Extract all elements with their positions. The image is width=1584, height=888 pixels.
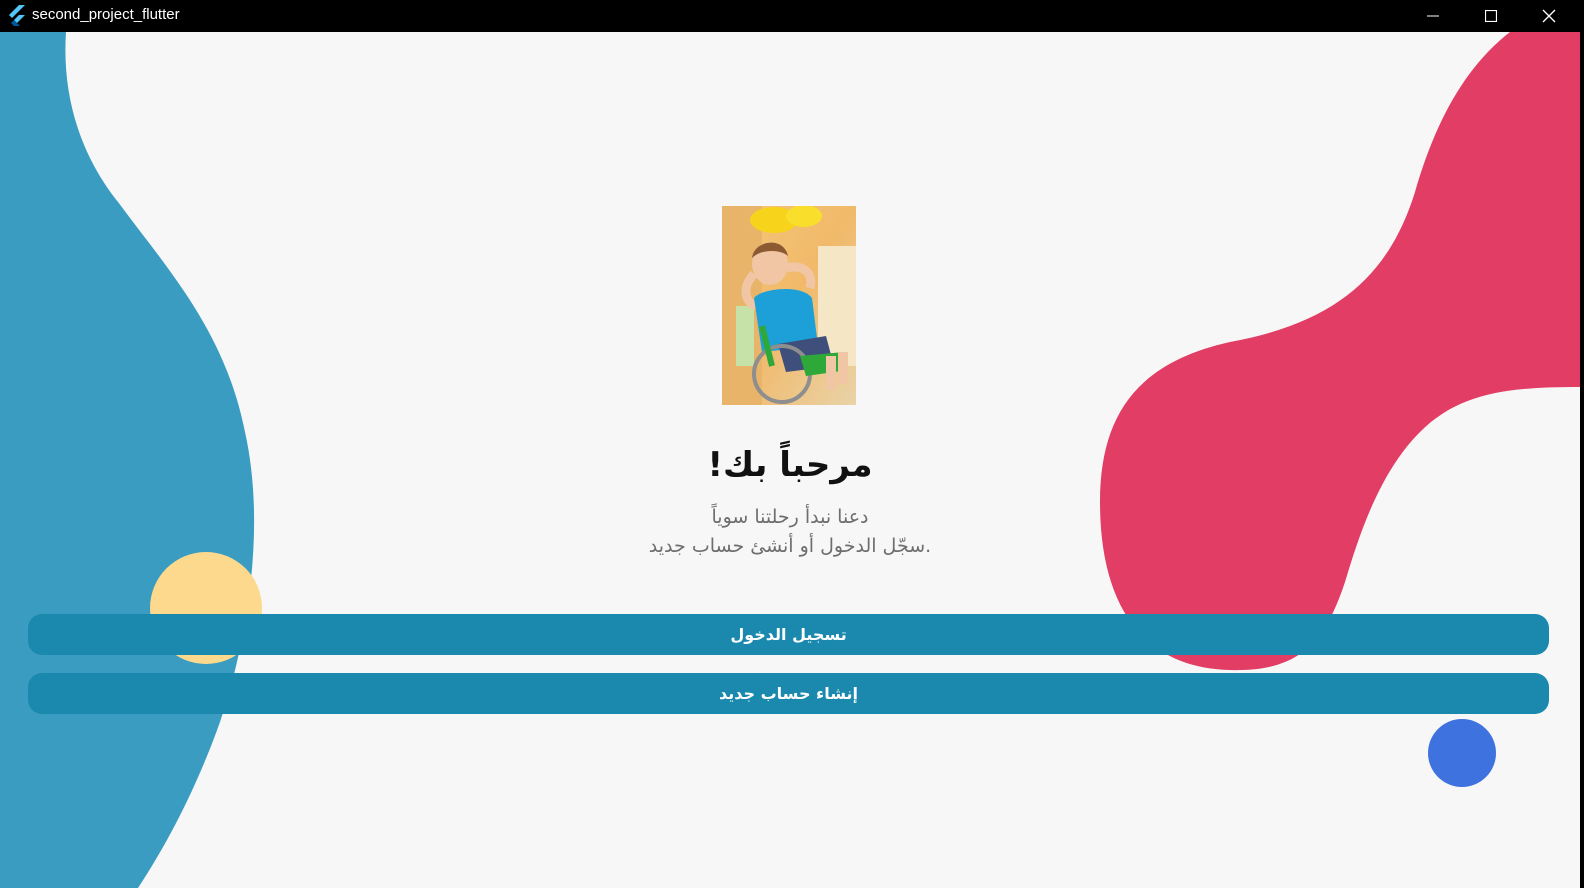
welcome-title: مرحباً بك! bbox=[707, 445, 873, 485]
maximize-button[interactable] bbox=[1462, 0, 1520, 32]
title-bar[interactable]: second_project_flutter bbox=[0, 0, 1584, 32]
app-window: second_project_flutter مرحباً بك! دعنا ن… bbox=[0, 0, 1584, 888]
maximize-icon bbox=[1485, 10, 1497, 22]
hero-photo bbox=[722, 206, 856, 405]
minimize-button[interactable] bbox=[1404, 0, 1462, 32]
window-title: second_project_flutter bbox=[32, 6, 180, 23]
minimize-icon bbox=[1427, 10, 1439, 22]
signup-button-label: إنشاء حساب جديد bbox=[718, 684, 859, 703]
close-button[interactable] bbox=[1520, 0, 1578, 32]
close-icon bbox=[1542, 9, 1556, 23]
welcome-screen: مرحباً بك! دعنا نبدأ رحلتنا سوياً سجّل ا… bbox=[0, 32, 1580, 888]
welcome-subtitle: دعنا نبدأ رحلتنا سوياً سجّل الدخول أو أن… bbox=[490, 503, 1090, 561]
blue-blob bbox=[0, 32, 255, 888]
signup-button[interactable]: إنشاء حساب جديد bbox=[28, 673, 1549, 714]
login-button-label: تسجيل الدخول bbox=[730, 625, 847, 644]
subtitle-line-2: سجّل الدخول أو أنشئ حساب جديد. bbox=[648, 535, 932, 557]
child-in-wheelchair-photo bbox=[722, 206, 856, 405]
red-blob bbox=[1100, 32, 1580, 671]
blue-circle bbox=[1428, 719, 1496, 787]
login-button[interactable]: تسجيل الدخول bbox=[28, 614, 1549, 655]
subtitle-line-1: دعنا نبدأ رحلتنا سوياً bbox=[711, 506, 869, 528]
flutter-logo-icon bbox=[7, 5, 27, 27]
